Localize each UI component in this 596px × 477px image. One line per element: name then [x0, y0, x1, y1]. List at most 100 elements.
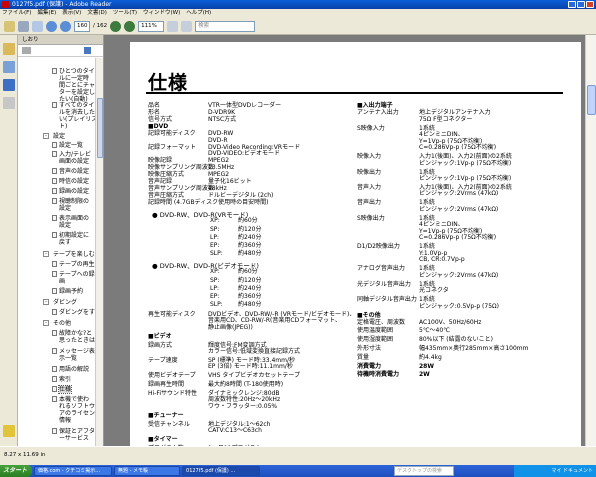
spec-value: 1系統 ピンジャック:2Vrms (47kΩ): [419, 265, 499, 279]
spec-value: NTSC方式: [208, 116, 237, 123]
bookmark-item-selected[interactable]: 仕様: [52, 385, 73, 394]
spec-label: 受信チャンネル: [148, 420, 190, 428]
bookmark-item[interactable]: 入力/テレビ 画面の設定: [52, 151, 91, 165]
spec-label: 使用温度範囲: [357, 327, 394, 335]
spec-value: AC100V、50Hz/60Hz: [419, 318, 482, 326]
comments-icon[interactable]: [3, 425, 15, 437]
page-total: / 162: [93, 23, 108, 29]
taskbar-item-browser[interactable]: 価格.com - クチコミ掲示...: [34, 466, 113, 476]
bookmark-item[interactable]: 録画予約: [52, 288, 83, 295]
bookmark-item[interactable]: 保証とアフタ ーサービス: [52, 428, 95, 442]
spec-value: 地上デジタルアンテナ入力 75Ω F型コネクター: [419, 109, 491, 123]
menu-bar: ファイル(F) 編集(E) 表示(V) 文書(D) ツール(T) ウィンドウ(W…: [0, 9, 596, 18]
bookmark-folder[interactable]: - 設定: [43, 133, 65, 140]
bookmark-item[interactable]: 用語の解説: [52, 366, 89, 373]
mode-code: SP:: [210, 225, 220, 233]
spec-label: 再生可能ディスク: [148, 310, 196, 318]
spec-label: 定格電圧、周波数: [357, 318, 406, 326]
close-button[interactable]: [586, 1, 594, 8]
search-input[interactable]: 検索: [195, 20, 256, 32]
bookmark-folder[interactable]: - ダビング: [43, 299, 77, 306]
previous-page-icon[interactable]: [46, 20, 57, 32]
status-bar: 8.27 x 11.69 in: [0, 446, 596, 465]
mode-duration: 約240分: [238, 233, 262, 241]
next-page-icon[interactable]: [60, 20, 71, 32]
open-folder-icon[interactable]: [4, 20, 15, 32]
page-number-input[interactable]: 160: [74, 20, 90, 32]
mode-duration: 約60分: [238, 268, 258, 276]
spec-label: 使用湿度範囲: [357, 336, 394, 344]
spec-section-heading: ■ビデオ: [148, 332, 172, 340]
spec-label: Hi-Fiサウンド特性: [148, 389, 198, 397]
desktop-search-input[interactable]: デスクトップの検索: [394, 466, 454, 476]
bookmarks-scrollbar[interactable]: [95, 58, 103, 446]
options-icon[interactable]: [22, 47, 31, 54]
menu-edit[interactable]: 編集(E): [37, 9, 56, 18]
bookmark-item[interactable]: 故障かな?と 思ったときは: [52, 330, 95, 344]
menu-view[interactable]: 表示(V): [62, 9, 81, 18]
spec-label: 音声入力: [357, 183, 382, 191]
page-size-label: 8.27 x 11.69 in: [4, 452, 46, 458]
bookmark-item[interactable]: メッセージ表 示一覧: [52, 348, 95, 362]
mode-code: SLP:: [210, 250, 223, 258]
bookmark-item[interactable]: 設定一覧: [52, 142, 83, 149]
expand-icon[interactable]: [84, 47, 91, 54]
fit-width-icon[interactable]: [181, 20, 193, 32]
spec-value: 約4.4kg: [419, 353, 442, 361]
spec-value: 1系統 4ピンミニDIN、 Y=1Vp-p (75Ω不均衡) C=0.286Vp…: [419, 124, 497, 152]
print-icon[interactable]: [18, 20, 29, 32]
bookmark-item[interactable]: 索引: [52, 376, 71, 383]
mode-code: EP:: [210, 242, 220, 250]
bookmark-item[interactable]: 時信の設定: [52, 178, 89, 185]
mode-code: LP:: [210, 233, 219, 241]
bookmarks-scroll-thumb[interactable]: [97, 98, 103, 158]
email-icon[interactable]: [32, 20, 43, 32]
menu-file[interactable]: ファイル(F): [2, 9, 31, 18]
toolbar: 160 / 162 111% 検索: [0, 18, 596, 35]
bookmark-folder[interactable]: - その他: [43, 320, 71, 327]
bookmarks-panel: しおり ひとつのタイト ルに一定時 間ごとにチャプ ターを設定し たい(自動) …: [18, 35, 104, 446]
bookmark-item[interactable]: テープへの録 画: [52, 271, 95, 285]
bookmark-folder[interactable]: - テープを楽しむ: [43, 251, 95, 258]
attachments-icon[interactable]: [3, 97, 15, 109]
menu-help[interactable]: ヘルプ(H): [186, 9, 211, 18]
document-scroll-thumb[interactable]: [587, 85, 596, 115]
lock-icon[interactable]: [3, 43, 15, 55]
start-button[interactable]: スタート: [0, 465, 33, 477]
minimize-button[interactable]: [568, 1, 576, 8]
taskbar: スタート 価格.com - クチコミ掲示... 無題 - メモ帳 0127f5.…: [0, 465, 596, 477]
bookmark-item[interactable]: 表示画面の 設定: [52, 215, 89, 229]
zoom-in-icon[interactable]: [124, 20, 136, 32]
adobe-reader-icon: [2, 1, 9, 8]
taskbar-item-reader[interactable]: 0127f5.pdf (保護) ...: [182, 466, 261, 476]
mode-code: XP:: [210, 268, 220, 276]
spec-value: DVDビデオ、DVD-RW/-R (VRモード/ビデオモード)、 音楽用CD、C…: [208, 310, 356, 331]
bookmark-item[interactable]: 音声の設定: [52, 168, 89, 175]
page-title: 仕様: [148, 72, 189, 94]
spec-label: テープ速度: [148, 356, 178, 364]
menu-document[interactable]: 文書(D): [87, 9, 107, 18]
zoom-select[interactable]: 111%: [138, 20, 165, 32]
spec-label: 待機時消費電力: [357, 371, 400, 379]
pages-icon[interactable]: [3, 61, 15, 73]
bookmark-item[interactable]: 初期設定に 戻す: [52, 232, 89, 246]
menu-window[interactable]: ウィンドウ(W): [143, 9, 180, 18]
taskbar-item-notepad[interactable]: 無題 - メモ帳: [114, 466, 181, 476]
fit-page-icon[interactable]: [167, 20, 179, 32]
bookmark-item[interactable]: 視聴制限の 設定: [52, 198, 89, 212]
spec-value: 最大約8時間 (T-180使用時): [208, 381, 284, 389]
bookmark-item[interactable]: テープの再生: [52, 261, 95, 268]
document-scrollbar[interactable]: [585, 35, 596, 446]
zoom-out-icon[interactable]: [110, 20, 122, 32]
menu-tools[interactable]: ツール(T): [113, 9, 137, 18]
maximize-button[interactable]: [577, 1, 585, 8]
bookmarks-icon[interactable]: [3, 79, 15, 91]
spec-value: DVD-Video Recording:VRモード DVD-VIDEO:ビデオモ…: [208, 143, 301, 158]
spec-label: 記録フォーマット: [148, 143, 197, 151]
spec-label: 外形寸法: [357, 345, 382, 352]
bookmark-item[interactable]: 録画の設定: [52, 188, 89, 195]
bookmarks-tools: [18, 45, 103, 57]
document-view: 仕様 品名 VTR一体型DVDレコーダー 形名 D-VDR9K 信号方式 NTSC方式 ■D…: [104, 35, 585, 446]
mode-code: SLP:: [210, 301, 223, 309]
mode-duration: 約120分: [238, 225, 262, 233]
